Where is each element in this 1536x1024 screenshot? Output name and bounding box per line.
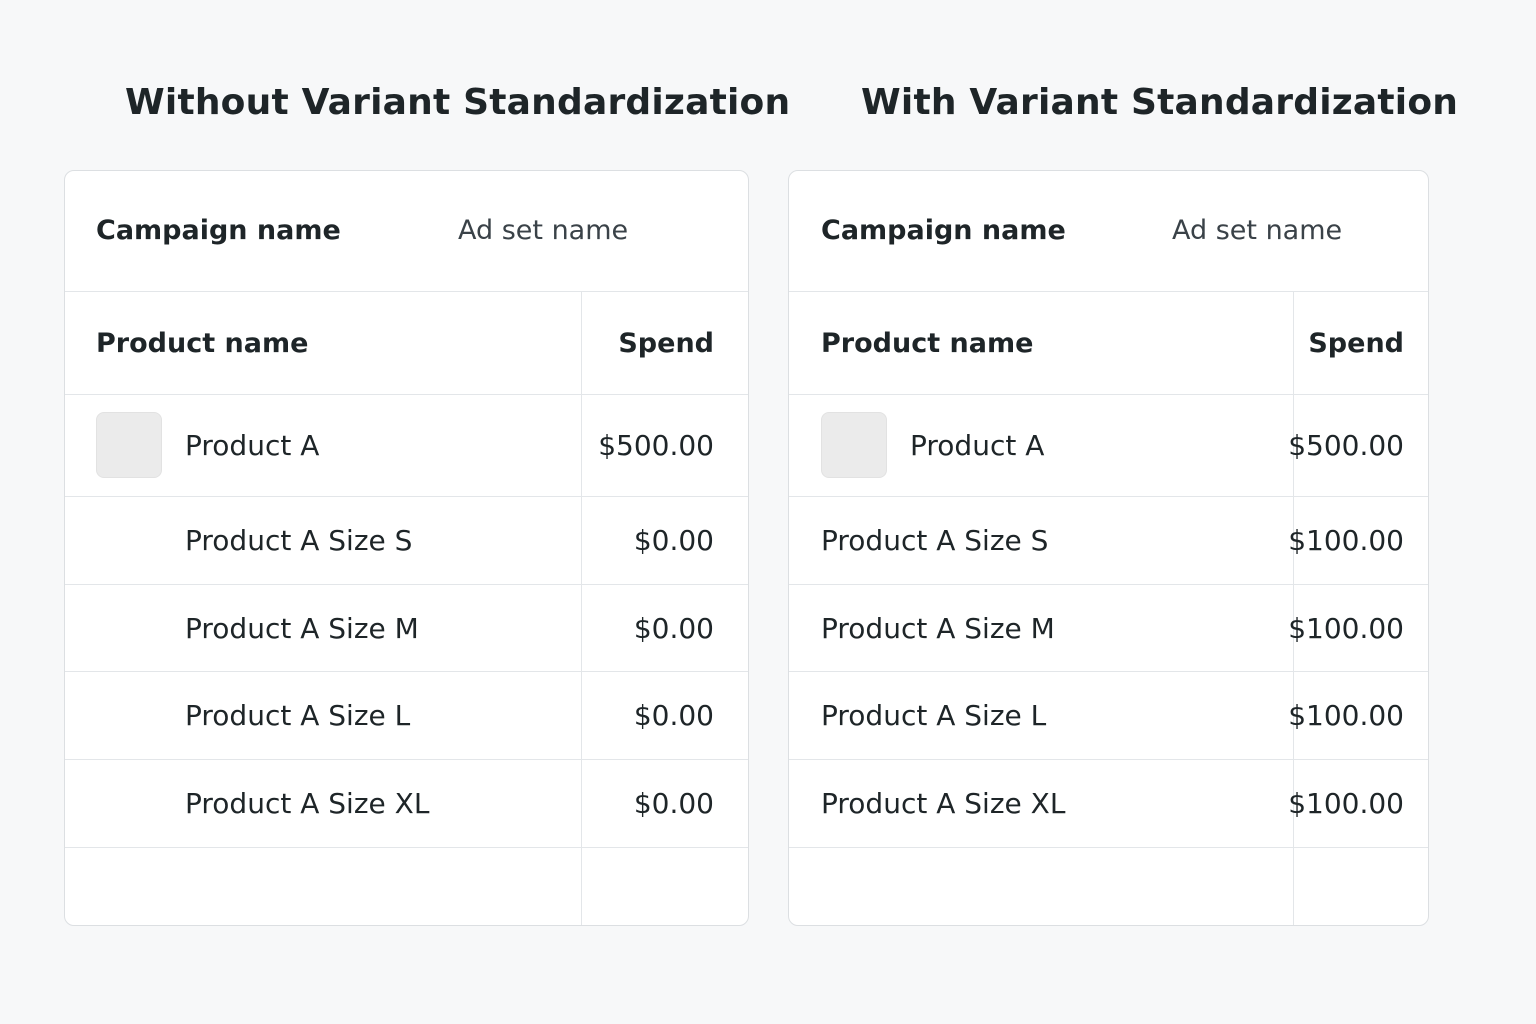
table-row[interactable]: Product A Size S $0.00 <box>65 497 748 585</box>
table-row[interactable]: Product A Size S $100.00 <box>789 497 1428 585</box>
spend-cell: $100.00 <box>1288 699 1404 732</box>
table-row[interactable]: Product A Size M $100.00 <box>789 585 1428 672</box>
product-name-cell: Product A Size L <box>821 699 1047 732</box>
table-card-without: Campaign name Ad set name Product name S… <box>64 170 749 926</box>
column-header-spend: Spend <box>1308 327 1404 359</box>
table-row[interactable]: Product A Size L $100.00 <box>789 672 1428 760</box>
table-row[interactable]: Product A Size L $0.00 <box>65 672 748 760</box>
table-row[interactable]: Product A $500.00 <box>789 395 1428 497</box>
product-name-cell: Product A <box>910 429 1045 462</box>
ad-set-name-label: Ad set name <box>458 215 629 246</box>
empty-table-row <box>65 848 748 925</box>
table-card-with: Campaign name Ad set name Product name S… <box>788 170 1429 926</box>
ad-set-name-label: Ad set name <box>1172 215 1343 246</box>
spend-cell: $100.00 <box>1288 524 1404 557</box>
product-name-cell: Product A Size S <box>821 524 1049 557</box>
spend-cell: $100.00 <box>1288 787 1404 820</box>
spend-cell: $0.00 <box>633 524 714 557</box>
column-header-product-name: Product name <box>821 327 1034 359</box>
campaign-name-label: Campaign name <box>96 215 341 246</box>
card-header: Campaign name Ad set name <box>65 171 748 292</box>
product-name-cell: Product A Size S <box>185 524 413 557</box>
product-thumbnail <box>96 412 162 478</box>
panel-title-with: With Variant Standardization <box>861 82 1459 123</box>
product-thumbnail <box>821 412 887 478</box>
spend-cell: $500.00 <box>598 429 714 462</box>
spend-cell: $0.00 <box>633 611 714 645</box>
empty-table-row <box>789 848 1428 925</box>
spend-cell: $100.00 <box>1288 611 1404 645</box>
table-row[interactable]: Product A Size M $0.00 <box>65 585 748 672</box>
product-name-cell: Product A Size M <box>185 611 419 645</box>
table-header-row: Product name Spend <box>789 292 1428 395</box>
spend-cell: $0.00 <box>633 787 714 820</box>
column-header-spend: Spend <box>618 327 714 359</box>
panel-title-without: Without Variant Standardization <box>125 82 791 123</box>
product-name-cell: Product A Size L <box>185 699 411 732</box>
product-name-cell: Product A Size XL <box>185 787 430 820</box>
product-name-cell: Product A Size XL <box>821 787 1066 820</box>
table-row[interactable]: Product A Size XL $100.00 <box>789 760 1428 848</box>
table-header-row: Product name Spend <box>65 292 748 395</box>
table-row[interactable]: Product A $500.00 <box>65 395 748 497</box>
spend-cell: $0.00 <box>633 699 714 732</box>
product-name-cell: Product A <box>185 429 320 462</box>
table-row[interactable]: Product A Size XL $0.00 <box>65 760 748 848</box>
column-header-product-name: Product name <box>96 327 309 359</box>
product-name-cell: Product A Size M <box>821 611 1055 645</box>
campaign-name-label: Campaign name <box>821 215 1066 246</box>
spend-cell: $500.00 <box>1288 429 1404 462</box>
card-header: Campaign name Ad set name <box>789 171 1428 292</box>
